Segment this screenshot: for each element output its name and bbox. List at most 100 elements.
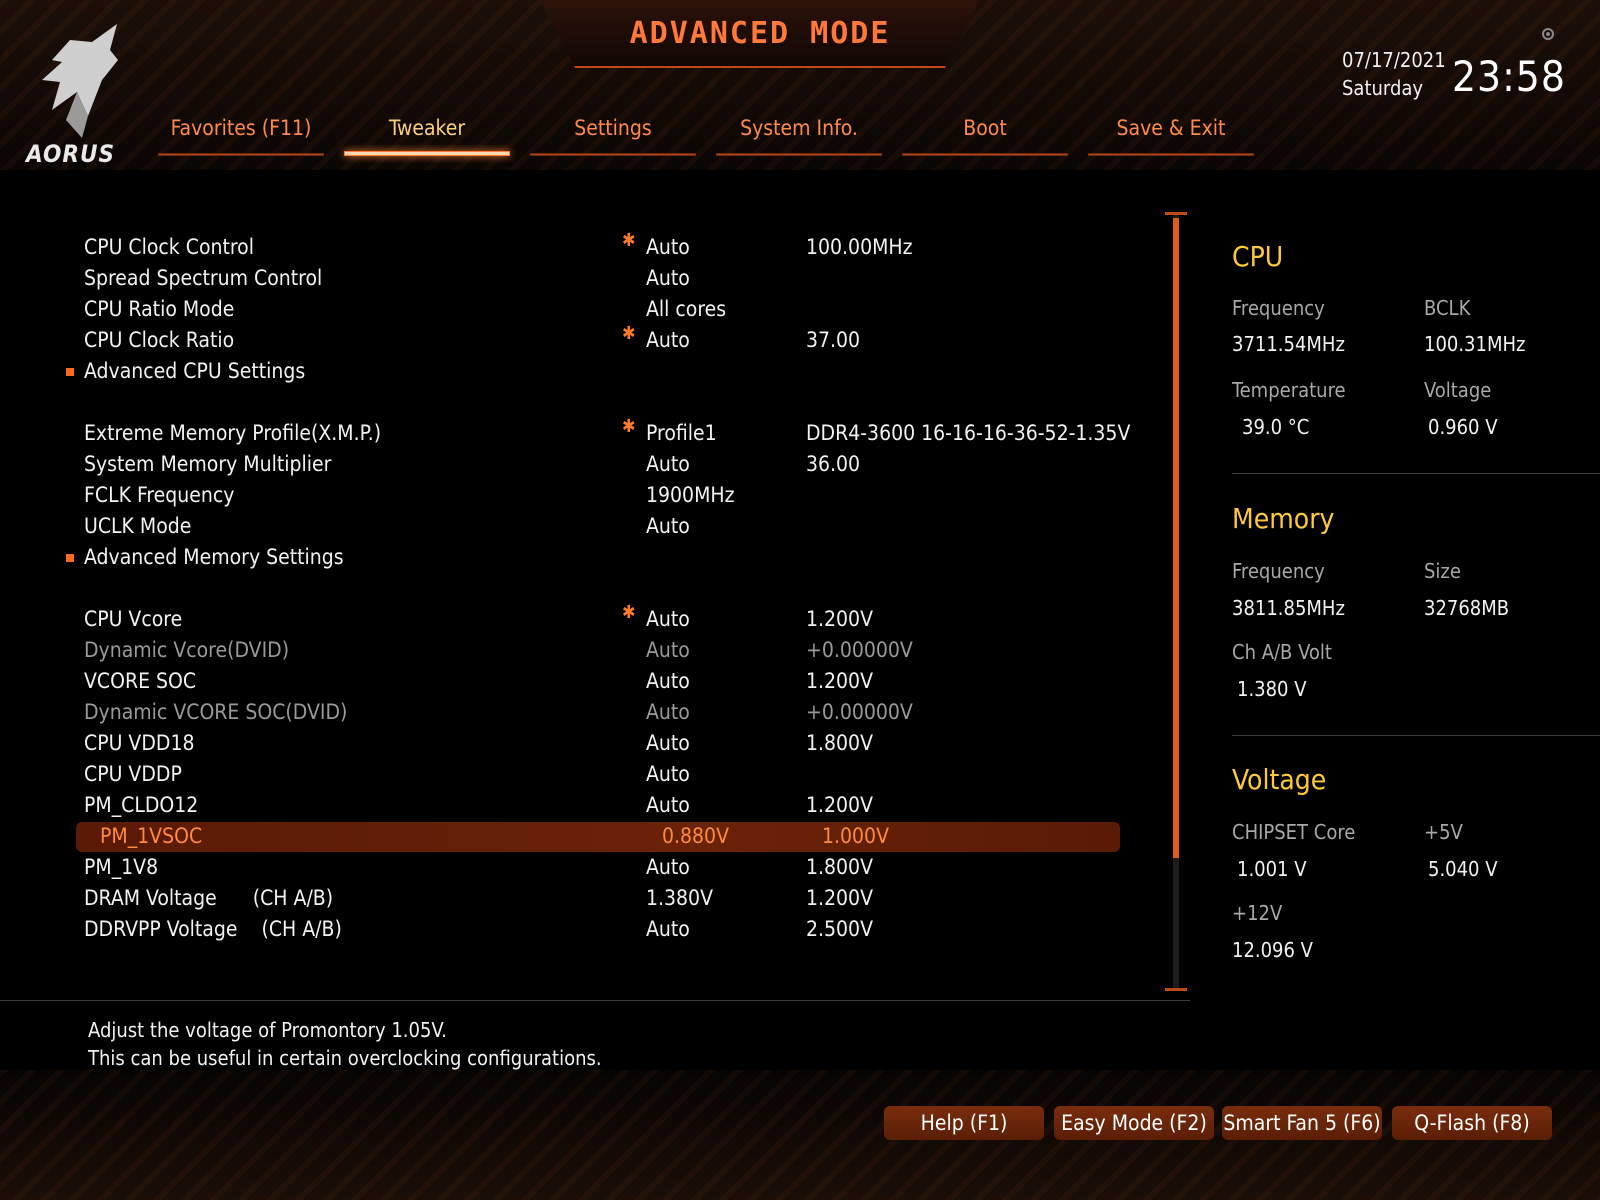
cpu-bclk-value: 100.31MHz xyxy=(1424,332,1526,356)
setting-row[interactable]: CPU Ratio Mode All cores xyxy=(60,295,1120,325)
aorus-logo-text: AORUS xyxy=(26,140,116,168)
help-line-2: This can be useful in certain overclocki… xyxy=(88,1046,602,1070)
memory-frequency-label: Frequency xyxy=(1232,559,1325,583)
cpu-voltage-label: Voltage xyxy=(1424,378,1492,402)
setting-row[interactable]: Dynamic VCORE SOC(DVID) Auto +0.00000V xyxy=(60,698,1120,728)
smart-fan-button[interactable]: Smart Fan 5 (F6) xyxy=(1222,1106,1382,1140)
chipset-core-value: 1.001 V xyxy=(1237,857,1307,881)
setting-value: Auto xyxy=(646,669,690,693)
tab-save-exit[interactable]: Save & Exit xyxy=(1088,112,1254,156)
setting-value: Auto xyxy=(646,793,690,817)
setting-current-value: 1.800V xyxy=(806,731,873,755)
setting-row[interactable]: CPU VDDP Auto xyxy=(60,760,1120,790)
help-divider xyxy=(0,1000,1190,1001)
setting-row[interactable]: VCORE SOC Auto 1.200V xyxy=(60,667,1120,697)
gear-icon[interactable] xyxy=(1540,26,1556,42)
setting-value: Auto xyxy=(646,917,690,941)
cpu-temperature-label: Temperature xyxy=(1232,378,1346,402)
q-flash-button[interactable]: Q-Flash (F8) xyxy=(1392,1106,1552,1140)
setting-row[interactable]: Spread Spectrum Control Auto xyxy=(60,264,1120,294)
setting-name: Dynamic Vcore(DVID) xyxy=(84,638,290,662)
setting-name: CPU Vcore xyxy=(84,607,183,631)
setting-row[interactable]: UCLK Mode Auto xyxy=(60,512,1120,542)
scrollbar-thumb[interactable] xyxy=(1173,218,1179,858)
setting-row[interactable]: PM_1VSOC 0.880V 1.000V xyxy=(76,822,1120,852)
setting-row[interactable]: System Memory Multiplier Auto 36.00 xyxy=(60,450,1120,480)
setting-value: Auto xyxy=(646,638,690,662)
setting-value: Auto xyxy=(646,328,690,352)
setting-row[interactable]: Extreme Memory Profile(X.M.P.) ✱ Profile1 D… xyxy=(60,416,1130,449)
star-icon: ✱ xyxy=(622,230,636,251)
setting-name: Extreme Memory Profile(X.M.P.) xyxy=(84,421,382,445)
setting-row[interactable]: Dynamic Vcore(DVID) Auto +0.00000V xyxy=(60,636,1120,666)
setting-name: CPU Ratio Mode xyxy=(84,297,235,321)
setting-row[interactable]: PM_CLDO12 Auto 1.200V xyxy=(60,791,1120,821)
setting-name: DDRVPP Voltage (CH A/B) xyxy=(84,917,342,941)
star-icon: ✱ xyxy=(622,416,636,437)
setting-row[interactable]: DRAM Voltage (CH A/B) 1.380V 1.200V xyxy=(60,884,1120,914)
chipset-core-label: CHIPSET Core xyxy=(1232,820,1356,844)
setting-row[interactable]: CPU Vcore ✱ Auto 1.200V xyxy=(60,602,1120,635)
setting-value: Auto xyxy=(646,762,690,786)
submenu-item[interactable]: Advanced Memory Settings xyxy=(60,543,1120,573)
setting-value: Auto xyxy=(646,607,690,631)
help-button[interactable]: Help (F1) xyxy=(884,1106,1044,1140)
setting-value: 0.880V xyxy=(662,824,729,848)
setting-current-value: DDR4-3600 16-16-16-36-52-1.35V xyxy=(806,421,1131,445)
plus5v-label: +5V xyxy=(1424,820,1463,844)
setting-row[interactable]: CPU Clock Ratio ✱ Auto 37.00 xyxy=(60,323,1120,356)
cpu-temperature-value: 39.0 °C xyxy=(1242,415,1310,439)
setting-current-value: 1.200V xyxy=(806,793,873,817)
plus5v-value: 5.040 V xyxy=(1428,857,1498,881)
setting-value: Profile1 xyxy=(646,421,717,445)
setting-value: 1900MHz xyxy=(646,483,735,507)
setting-value: Auto xyxy=(646,731,690,755)
setting-value: All cores xyxy=(646,297,727,321)
setting-name: CPU Clock Control xyxy=(84,235,254,259)
setting-value: Auto xyxy=(646,700,690,724)
setting-current-value: +0.00000V xyxy=(806,638,913,662)
page-title: ADVANCED MODE xyxy=(629,16,891,51)
setting-name: System Memory Multiplier xyxy=(84,452,332,476)
setting-name: CPU VDD18 xyxy=(84,731,195,755)
clock: 23:58 xyxy=(1452,52,1566,101)
setting-current-value: 2.500V xyxy=(806,917,873,941)
tab-favorites[interactable]: Favorites (F11) xyxy=(158,112,324,156)
submenu-bullet-icon xyxy=(66,554,74,562)
setting-value: Auto xyxy=(646,235,690,259)
setting-name: UCLK Mode xyxy=(84,514,192,538)
setting-row[interactable]: PM_1V8 Auto 1.800V xyxy=(60,853,1120,883)
memory-volt-value: 1.380 V xyxy=(1237,677,1307,701)
setting-row[interactable]: CPU VDD18 Auto 1.800V xyxy=(60,729,1120,759)
setting-name: Dynamic VCORE SOC(DVID) xyxy=(84,700,348,724)
setting-row[interactable]: DDRVPP Voltage (CH A/B) Auto 2.500V xyxy=(60,915,1120,945)
setting-current-value: +0.00000V xyxy=(806,700,913,724)
setting-current-value: 1.000V xyxy=(822,824,889,848)
setting-name: Advanced CPU Settings xyxy=(84,359,306,383)
tab-tweaker[interactable]: Tweaker xyxy=(344,112,510,156)
setting-value: Auto xyxy=(646,855,690,879)
easy-mode-button[interactable]: Easy Mode (F2) xyxy=(1054,1106,1214,1140)
tab-system-info[interactable]: System Info. xyxy=(716,112,882,156)
setting-name: CPU VDDP xyxy=(84,762,182,786)
submenu-item[interactable]: Advanced CPU Settings xyxy=(60,357,1120,387)
help-text: Adjust the voltage of Promontory 1.05V. … xyxy=(88,1016,602,1072)
setting-name: PM_1V8 xyxy=(84,855,159,879)
tab-boot[interactable]: Boot xyxy=(902,112,1068,156)
voltage-section-title: Voltage xyxy=(1232,763,1327,796)
setting-name: PM_CLDO12 xyxy=(84,793,199,817)
tab-settings[interactable]: Settings xyxy=(530,112,696,156)
memory-volt-label: Ch A/B Volt xyxy=(1232,640,1332,664)
divider xyxy=(1232,735,1600,736)
setting-row[interactable]: FCLK Frequency 1900MHz xyxy=(60,481,1120,511)
setting-name: PM_1VSOC xyxy=(100,824,203,848)
setting-current-value: 1.200V xyxy=(806,669,873,693)
setting-name: CPU Clock Ratio xyxy=(84,328,235,352)
memory-size-value: 32768MB xyxy=(1424,596,1510,620)
setting-row[interactable]: CPU Clock Control ✱ Auto 100.00MHz xyxy=(60,230,1120,263)
star-icon: ✱ xyxy=(622,602,636,623)
setting-current-value: 37.00 xyxy=(806,328,861,352)
memory-size-label: Size xyxy=(1424,559,1461,583)
cpu-voltage-value: 0.960 V xyxy=(1428,415,1498,439)
date-display: 07/17/2021 Saturday xyxy=(1342,48,1446,100)
